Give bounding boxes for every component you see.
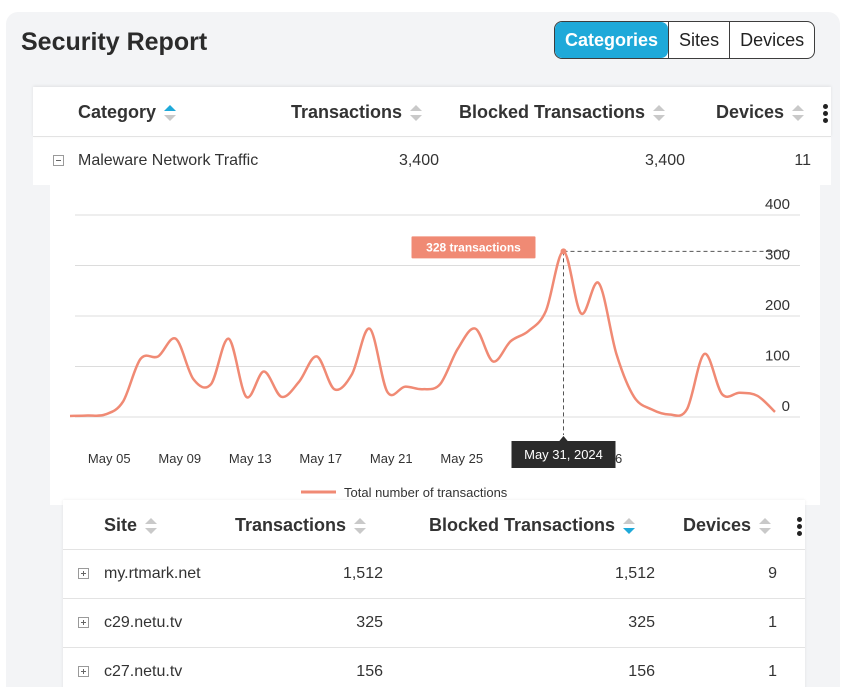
devices-value: 1 xyxy=(768,663,777,680)
devices-value: 1 xyxy=(768,614,777,631)
y-tick-label: 400 xyxy=(765,196,790,213)
tab-sites[interactable]: Sites xyxy=(668,22,729,58)
transactions-value: 3,400 xyxy=(398,152,439,169)
sort-descending-icon[interactable] xyxy=(623,518,636,535)
expand-icon[interactable] xyxy=(78,617,89,628)
site-table-header: Site Transactions Blocked Transactions D… xyxy=(63,500,805,550)
tab-categories[interactable]: Categories xyxy=(555,22,669,58)
devices-value: 11 xyxy=(794,152,811,169)
table-row[interactable]: my.rtmark.net 1,512 1,512 9 xyxy=(63,550,805,599)
legend-label: Total number of transactions xyxy=(344,485,508,500)
y-tick-label: 100 xyxy=(765,348,790,365)
transactions-chart: 0 100 200 300 400 May 05 May 09 May 13 May 17 May… xyxy=(50,185,820,505)
blocked-transactions-value: 325 xyxy=(628,614,655,631)
category-table: Category Transactions Blocked Transactio… xyxy=(33,87,831,185)
collapse-icon[interactable] xyxy=(53,155,64,166)
table-row[interactable]: c29.netu.tv 325 325 1 xyxy=(63,599,805,648)
column-header-blocked-transactions[interactable]: Blocked Transactions xyxy=(459,102,666,123)
column-header-site[interactable]: Site xyxy=(104,515,158,536)
blocked-transactions-value: 156 xyxy=(628,663,655,680)
value-tooltip-label: 328 transactions xyxy=(426,240,521,254)
column-menu-icon[interactable] xyxy=(823,104,829,124)
table-row[interactable]: c27.netu.tv 156 156 1 xyxy=(63,648,805,687)
y-tick-label: 300 xyxy=(765,247,790,264)
line-chart: 0 100 200 300 400 May 05 May 09 May 13 May 17 May… xyxy=(69,196,800,500)
column-header-blocked-transactions[interactable]: Blocked Transactions xyxy=(429,515,636,536)
series-line xyxy=(69,250,776,418)
sort-icon[interactable] xyxy=(759,518,772,535)
date-tooltip-label: May 31, 2024 xyxy=(524,447,603,462)
column-header-category[interactable]: Category xyxy=(78,102,177,123)
sort-icon[interactable] xyxy=(354,518,367,535)
x-tick-label: May 13 xyxy=(229,451,272,466)
x-tick-label: May 09 xyxy=(158,451,201,466)
site-table: Site Transactions Blocked Transactions D… xyxy=(63,500,805,687)
expand-icon[interactable] xyxy=(78,666,89,677)
category-table-header: Category Transactions Blocked Transactio… xyxy=(33,87,831,137)
column-header-devices[interactable]: Devices xyxy=(683,515,772,536)
transactions-value: 1,512 xyxy=(342,565,383,582)
column-header-transactions[interactable]: Transactions xyxy=(291,102,423,123)
sort-ascending-icon[interactable] xyxy=(164,105,177,122)
y-tick-label: 200 xyxy=(765,297,790,314)
blocked-transactions-value: 3,400 xyxy=(644,152,685,169)
site-name: c27.netu.tv xyxy=(104,663,183,680)
transactions-value: 325 xyxy=(356,614,383,631)
highlight-point xyxy=(560,248,567,255)
sort-icon[interactable] xyxy=(653,105,666,122)
category-name: Maleware Network Traffic xyxy=(78,152,259,169)
table-row[interactable]: Maleware Network Traffic 3,400 3,400 11 xyxy=(33,137,831,185)
view-toggle: Categories Sites Devices xyxy=(554,21,816,59)
blocked-transactions-value: 1,512 xyxy=(614,565,655,582)
site-name: my.rtmark.net xyxy=(104,565,201,582)
page-title: Security Report xyxy=(21,28,208,56)
sort-icon[interactable] xyxy=(792,105,805,122)
site-name: c29.netu.tv xyxy=(104,614,183,631)
x-tick-label: May 25 xyxy=(440,451,483,466)
y-tick-label: 0 xyxy=(782,398,790,415)
x-tick-label: May 17 xyxy=(299,451,342,466)
tab-devices[interactable]: Devices xyxy=(729,22,814,58)
security-report-panel: Security Report Categories Sites Devices… xyxy=(6,12,840,687)
sort-icon[interactable] xyxy=(145,518,158,535)
devices-value: 9 xyxy=(768,565,777,582)
column-menu-icon[interactable] xyxy=(797,517,803,537)
x-tick-label: May 21 xyxy=(370,451,413,466)
transactions-value: 156 xyxy=(356,663,383,680)
column-header-transactions[interactable]: Transactions xyxy=(235,515,367,536)
column-header-devices[interactable]: Devices xyxy=(716,102,805,123)
sort-icon[interactable] xyxy=(410,105,423,122)
x-tick-label: May 05 xyxy=(88,451,131,466)
expand-icon[interactable] xyxy=(78,568,89,579)
